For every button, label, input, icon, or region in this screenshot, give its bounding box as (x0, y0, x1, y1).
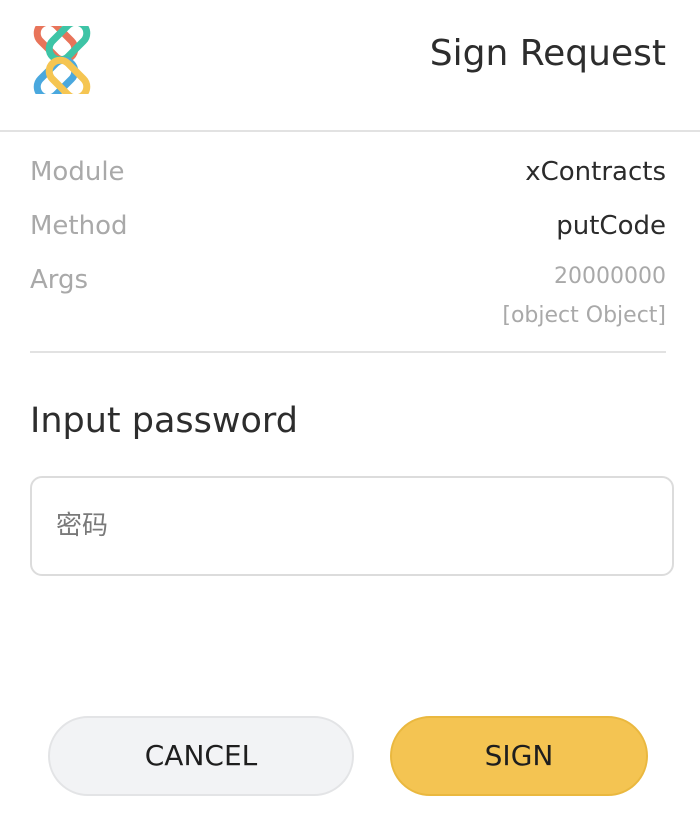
module-value: xContracts (525, 157, 666, 187)
detail-row-module: Module xContracts (30, 154, 666, 190)
args-value-2: [object Object] (502, 303, 666, 328)
chain-link-logo-icon (33, 26, 91, 94)
page-title: Sign Request (429, 33, 666, 74)
password-input[interactable] (30, 476, 674, 576)
args-value-1: 20000000 (554, 264, 666, 289)
password-label: Input password (30, 401, 298, 441)
method-label: Method (30, 211, 128, 241)
module-label: Module (30, 157, 125, 187)
method-value: putCode (556, 211, 666, 241)
request-details: Module xContracts Method putCode Args 20… (30, 150, 666, 353)
cancel-button[interactable]: CANCEL (48, 716, 354, 796)
sign-button[interactable]: SIGN (390, 716, 648, 796)
detail-row-method: Method putCode (30, 208, 666, 244)
args-label: Args (30, 265, 89, 295)
header: Sign Request (0, 0, 700, 132)
detail-row-args: Args 20000000 [object Object] (30, 262, 666, 342)
